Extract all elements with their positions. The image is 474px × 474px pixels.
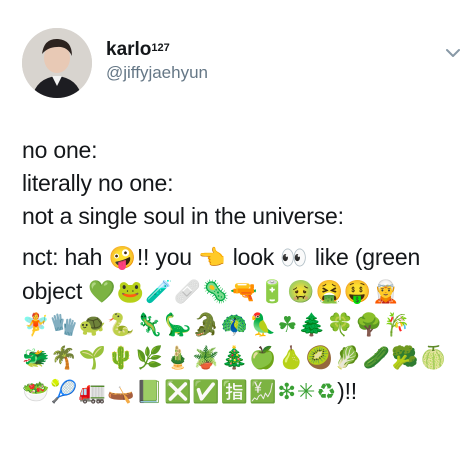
text-segment: object	[22, 278, 89, 304]
emoji-sequence: 💚🐸🧪🩹🦠🔫🔋🤢🤮🤑🧝	[88, 280, 401, 305]
text-line-3: not a single soul in the universe:	[22, 203, 344, 229]
tweet-card: karlo127 @jiffyjaehyun no one: literally…	[0, 0, 474, 474]
zany-face-emoji: 🤪	[108, 246, 137, 271]
chevron-down-icon[interactable]	[446, 48, 460, 58]
text-segment: like (green	[308, 244, 421, 270]
text-segment: !! you	[136, 244, 199, 270]
author-names: karlo127 @jiffyjaehyun	[106, 38, 208, 84]
text-line-6: 🧚🧤🐢🐍🦎🦕🐊🦚🦜☘🌲🍀🌳🎋	[22, 313, 412, 338]
text-segment: look	[226, 244, 281, 270]
text-line-5: object 💚🐸🧪🩹🦠🔫🔋🤢🤮🤑🧝	[22, 275, 467, 309]
tweet-text: no one: literally no one: not a single s…	[22, 134, 467, 409]
tweet-header: karlo127 @jiffyjaehyun	[22, 28, 208, 98]
text-segment: nct: hah	[22, 244, 109, 270]
avatar[interactable]	[22, 28, 92, 98]
text-line-1: no one:	[22, 137, 98, 163]
name-badge: 127	[151, 42, 170, 54]
text-line-7: 🐲🌴🌱🌵🌿🎍🪴🎄🍏🍐🥝🥬🥒🥦🍈	[22, 346, 448, 371]
eyes-emoji: 👀	[280, 246, 309, 271]
emoji-sequence: 🥗🎾🚛🛶📗❎✅🈯💹❇✳♻	[22, 380, 338, 405]
text-line-2: literally no one:	[22, 170, 174, 196]
handle[interactable]: @jiffyjaehyun	[106, 62, 208, 84]
text-line-4: nct: hah 🤪!! you 👈 look 👀 like (green	[22, 241, 467, 275]
text-line-8: 🥗🎾🚛🛶📗❎✅🈯💹❇✳♻)!!	[22, 375, 467, 409]
display-name[interactable]: karlo127	[106, 38, 208, 62]
pointing-hand-emoji: 👈	[198, 246, 227, 271]
text-segment: )!!	[337, 378, 357, 404]
display-name-text: karlo	[106, 39, 152, 60]
